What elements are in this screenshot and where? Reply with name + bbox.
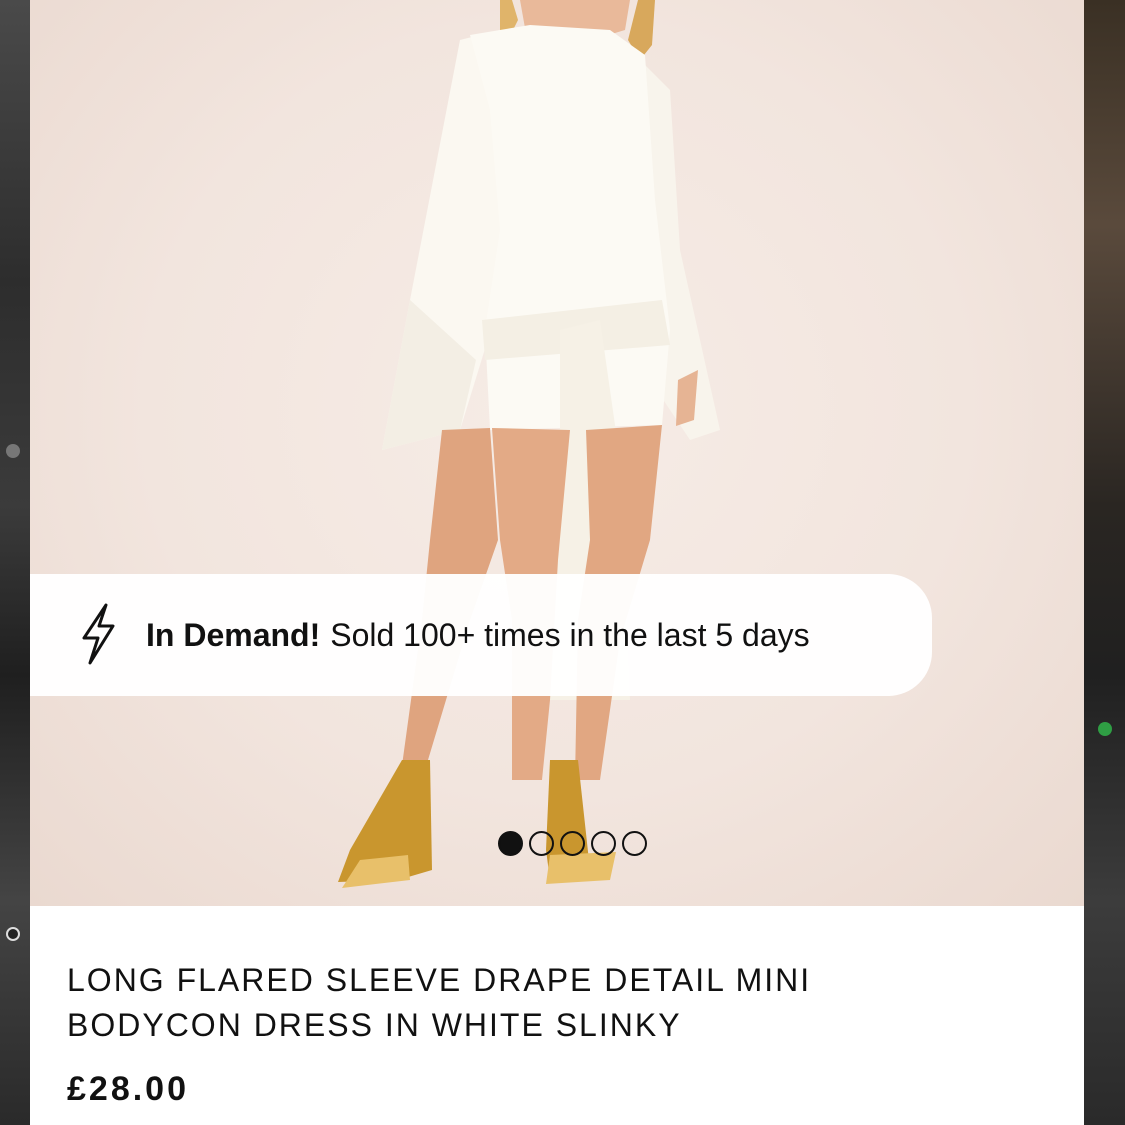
in-demand-detail: Sold 100+ times in the last 5 days xyxy=(330,616,810,653)
background-check-icon xyxy=(1098,722,1112,736)
product-photo xyxy=(338,0,720,888)
in-demand-label: In Demand! xyxy=(146,616,321,653)
lightning-bolt-icon xyxy=(82,603,115,665)
carousel-pagination xyxy=(498,831,647,859)
carousel-dot-2[interactable] xyxy=(529,831,554,856)
carousel-dot-4[interactable] xyxy=(591,831,616,856)
background-page-left xyxy=(0,0,30,1125)
product-image-carousel[interactable]: In Demand! Sold 100+ times in the last 5… xyxy=(30,0,1084,906)
background-avatar xyxy=(6,444,20,458)
in-demand-badge: In Demand! Sold 100+ times in the last 5… xyxy=(30,574,932,696)
carousel-dot-3[interactable] xyxy=(560,831,585,856)
background-page-right xyxy=(1084,0,1125,1125)
carousel-dot-1[interactable] xyxy=(498,831,523,856)
carousel-dot-5[interactable] xyxy=(622,831,647,856)
product-title: LONG FLARED SLEEVE DRAPE DETAIL MINI BOD… xyxy=(67,962,812,1043)
background-icon xyxy=(6,927,20,941)
in-demand-text: In Demand! Sold 100+ times in the last 5… xyxy=(146,574,810,696)
product-quick-view: In Demand! Sold 100+ times in the last 5… xyxy=(30,0,1084,1125)
product-price: £28.00 xyxy=(67,1070,189,1108)
